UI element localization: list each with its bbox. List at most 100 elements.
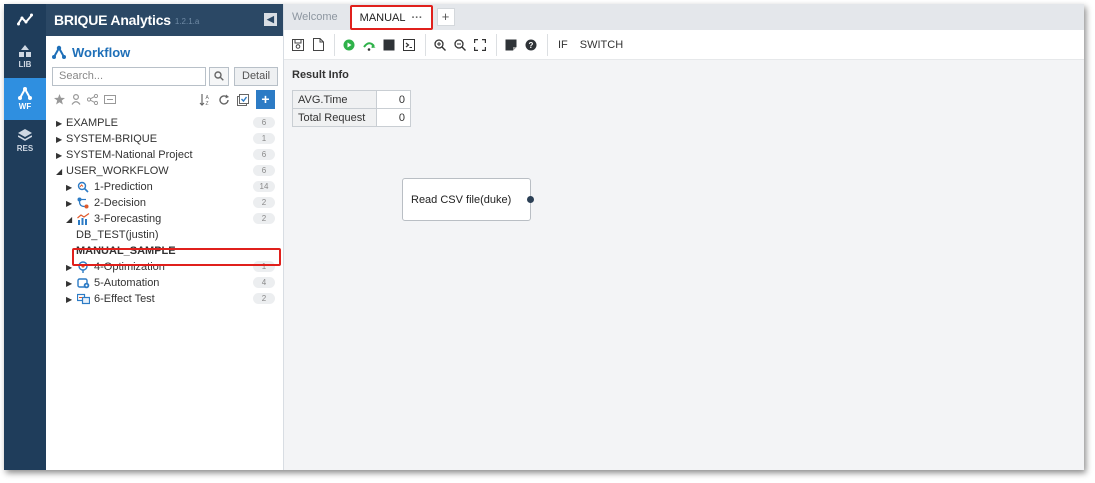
stop-icon[interactable]	[381, 37, 397, 53]
workflow-icon	[52, 45, 66, 59]
rail-item-wf[interactable]: WF	[4, 78, 46, 120]
tree-node-effect-test[interactable]: ▶ 6-Effect Test 2	[46, 291, 283, 307]
workflow-icon	[18, 87, 32, 100]
sort-az-icon[interactable]: AZ	[199, 93, 211, 106]
rail-item-res[interactable]: RES	[4, 120, 46, 162]
automation-icon	[76, 276, 90, 290]
expand-arrow-icon[interactable]: ▶	[56, 119, 66, 128]
tree-node-automation[interactable]: ▶ 5-Automation 4	[46, 275, 283, 291]
workflow-canvas[interactable]: Result Info AVG.Time 0 Total Request 0 R…	[284, 60, 1084, 470]
expand-arrow-icon[interactable]: ▶	[56, 151, 66, 160]
svg-text:?: ?	[529, 41, 534, 50]
expand-arrow-icon[interactable]: ▶	[66, 279, 76, 288]
prediction-icon	[76, 180, 90, 194]
folder-icon[interactable]	[104, 94, 116, 104]
section-title-label: Workflow	[72, 44, 131, 60]
switch-control-button[interactable]: SWITCH	[580, 39, 623, 51]
tab-manual[interactable]: MANUAL ···	[349, 5, 433, 30]
share-icon[interactable]	[87, 93, 98, 105]
result-value: 0	[376, 108, 411, 127]
tree-node-system-brique[interactable]: ▶ SYSTEM-BRIQUE 1	[46, 131, 283, 147]
zoom-in-icon[interactable]	[432, 37, 448, 53]
note-icon[interactable]	[503, 37, 519, 53]
console-icon[interactable]	[401, 37, 417, 53]
add-tab-button[interactable]: +	[436, 8, 455, 26]
tab-welcome[interactable]: Welcome	[284, 4, 346, 30]
workflow-tree: ▶ EXAMPLE 6 ▶ SYSTEM-BRIQUE 1 ▶ SYSTEM-N…	[46, 115, 283, 307]
tree-leaf-db-test[interactable]: DB_TEST(justin)	[46, 227, 283, 243]
rail-item-res-label: RES	[16, 144, 34, 153]
layers-icon	[18, 129, 32, 141]
tab-bar: Welcome MANUAL ··· +	[284, 4, 1084, 30]
search-button[interactable]	[209, 66, 229, 86]
output-port[interactable]	[527, 196, 534, 203]
rail-item-lib[interactable]: LIB	[4, 36, 46, 78]
toolbar-divider	[334, 33, 335, 56]
count-badge: 6	[253, 165, 275, 176]
tree-node-prediction[interactable]: ▶ 1-Prediction 14	[46, 179, 283, 195]
expand-arrow-icon[interactable]: ▶	[66, 295, 76, 304]
user-icon[interactable]	[71, 93, 81, 105]
count-badge: 6	[253, 149, 275, 160]
svg-text:Z: Z	[206, 101, 209, 106]
expand-arrow-icon[interactable]: ▶	[66, 199, 76, 208]
result-info-table: AVG.Time 0 Total Request 0	[292, 90, 411, 127]
result-value: 0	[376, 90, 411, 109]
tree-node-label: 5-Automation	[94, 277, 160, 289]
save-icon[interactable]	[290, 37, 306, 53]
tree-node-label: SYSTEM-BRIQUE	[66, 133, 158, 145]
selection-highlight	[72, 248, 281, 266]
fit-screen-icon[interactable]	[472, 37, 488, 53]
brand-name: BRIQUE Analytics	[54, 12, 171, 28]
table-row: Total Request 0	[292, 108, 411, 127]
collapse-panel-button[interactable]: ◀	[264, 13, 277, 26]
collapse-arrow-icon[interactable]: ◢	[66, 215, 76, 224]
step-over-icon[interactable]	[361, 37, 377, 53]
tree-node-label: DB_TEST(justin)	[76, 229, 159, 241]
count-badge: 2	[253, 213, 275, 224]
app-window: LIB WF RES BRIQUE Analytics 1.2.1.a ◀ Wo…	[4, 4, 1084, 470]
editor-toolbar: ? IF SWITCH	[284, 30, 1084, 60]
tree-node-user-workflow[interactable]: ◢ USER_WORKFLOW 6	[46, 163, 283, 179]
tree-toolbar-right: AZ +	[199, 90, 275, 109]
zoom-out-icon[interactable]	[452, 37, 468, 53]
tree-node-label: 1-Prediction	[94, 181, 153, 193]
library-icon	[19, 45, 31, 57]
search-row: Detail	[46, 65, 283, 87]
search-icon	[214, 71, 224, 81]
forecasting-icon	[76, 212, 90, 226]
new-file-icon[interactable]	[310, 37, 326, 53]
count-badge: 2	[253, 293, 275, 304]
tab-menu-icon[interactable]: ···	[412, 12, 423, 24]
result-key: AVG.Time	[292, 90, 377, 109]
run-icon[interactable]	[341, 37, 357, 53]
decision-icon	[76, 196, 90, 210]
check-all-icon[interactable]	[237, 93, 249, 106]
help-icon[interactable]: ?	[523, 37, 539, 53]
app-logo-icon	[4, 4, 46, 36]
nav-rail: LIB WF RES	[4, 4, 46, 470]
detail-button[interactable]: Detail	[234, 66, 279, 86]
tree-node-decision[interactable]: ▶ 2-Decision 2	[46, 195, 283, 211]
star-icon[interactable]	[54, 93, 65, 105]
toolbar-divider	[496, 33, 497, 56]
count-badge: 2	[253, 197, 275, 208]
result-key: Total Request	[292, 108, 377, 127]
editor-area: Welcome MANUAL ··· + ? IF SWITCH Result …	[284, 4, 1084, 470]
tree-node-example[interactable]: ▶ EXAMPLE 6	[46, 115, 283, 131]
panel-header: BRIQUE Analytics 1.2.1.a ◀	[46, 4, 283, 36]
expand-arrow-icon[interactable]: ▶	[56, 135, 66, 144]
tree-node-system-national-project[interactable]: ▶ SYSTEM-National Project 6	[46, 147, 283, 163]
version-label: 1.2.1.a	[174, 16, 200, 26]
toolbar-divider	[425, 33, 426, 56]
if-control-button[interactable]: IF	[558, 39, 568, 51]
tree-node-forecasting[interactable]: ◢ 3-Forecasting 2	[46, 211, 283, 227]
search-input[interactable]	[52, 66, 206, 86]
refresh-icon[interactable]	[218, 94, 230, 106]
expand-arrow-icon[interactable]: ▶	[66, 183, 76, 192]
tree-node-label: 2-Decision	[94, 197, 146, 209]
table-row: AVG.Time 0	[292, 90, 411, 109]
add-workflow-button[interactable]: +	[256, 90, 275, 109]
collapse-arrow-icon[interactable]: ◢	[56, 167, 66, 176]
workflow-node-read-csv[interactable]: Read CSV file(duke)	[402, 178, 534, 221]
